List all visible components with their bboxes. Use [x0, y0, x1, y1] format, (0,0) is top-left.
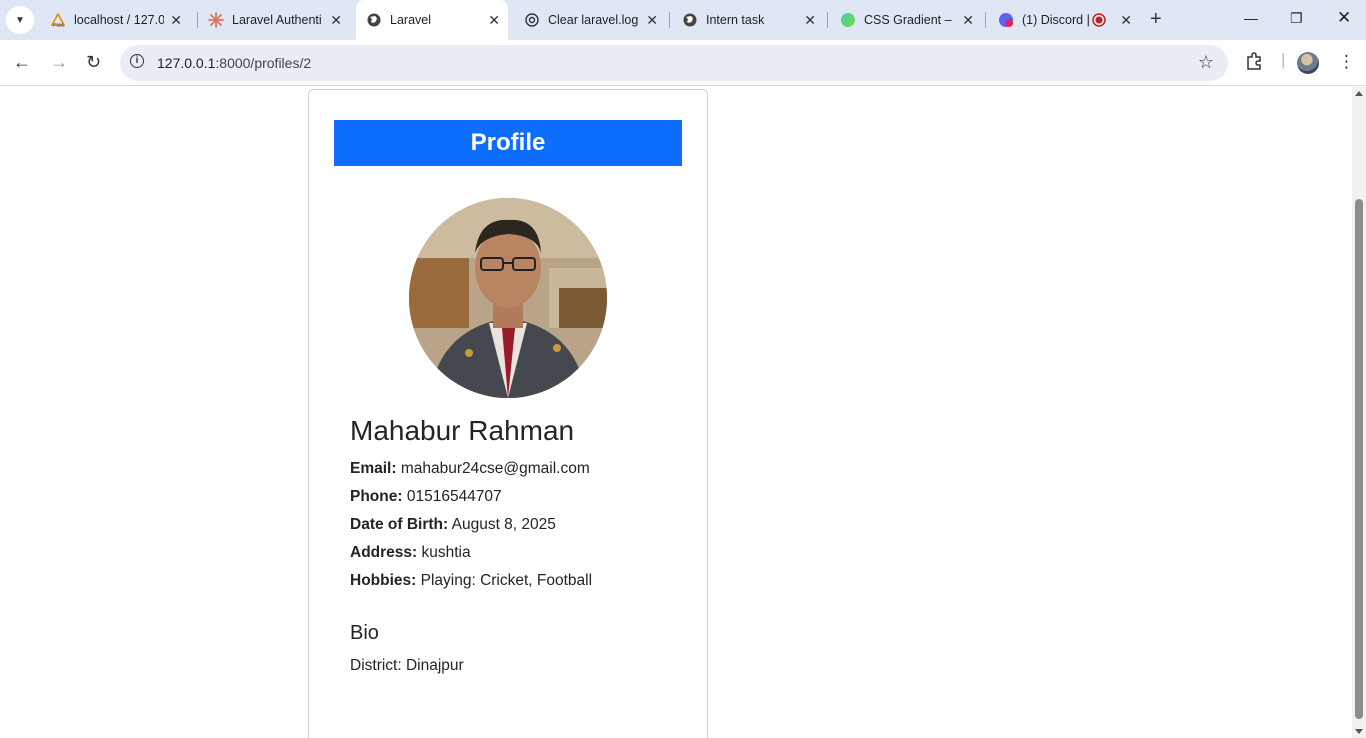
profile-header: Profile [334, 120, 682, 166]
restore-button[interactable]: ❐ [1290, 10, 1303, 27]
tab-title: (1) Discord | [1022, 13, 1090, 27]
reload-button[interactable]: ↻ [86, 52, 101, 73]
profile-name: Mahabur Rahman [350, 415, 575, 446]
close-icon[interactable]: ✕ [646, 12, 658, 29]
hobbies-label: Hobbies: [350, 572, 417, 589]
profile-card: Profile Mahabur Rahman Email: mahabur24c… [308, 89, 708, 738]
tab-separator [669, 12, 670, 28]
close-icon[interactable]: ✕ [804, 12, 816, 29]
menu-kebab-icon[interactable]: ⋮ [1338, 52, 1355, 72]
bio-text: District: Dinajpur [350, 657, 464, 674]
close-icon[interactable]: ✕ [962, 12, 974, 29]
close-icon[interactable]: ✕ [1120, 12, 1132, 29]
tab-phpmyadmin[interactable]: PMA localhost / 127.0 ✕ [40, 6, 190, 34]
tab-title: localhost / 127.0 [74, 13, 164, 27]
chevron-down-icon: ▼ [15, 14, 25, 26]
minimize-button[interactable]: — [1244, 10, 1258, 26]
url-host: 127.0.0.1 [157, 55, 216, 71]
address-bar[interactable]: i 127.0.0.1:8000/profiles/2 ☆ [120, 45, 1228, 81]
new-tab-button[interactable]: + [1150, 8, 1162, 31]
tab-separator [985, 12, 986, 28]
address-label: Address: [350, 544, 418, 561]
scrollbar-thumb[interactable] [1355, 199, 1363, 719]
bio-heading: Bio [350, 622, 379, 644]
url-path: :8000/profiles/2 [215, 55, 312, 71]
scroll-down-arrow-icon[interactable] [1355, 729, 1363, 734]
phone-label: Phone: [350, 488, 403, 505]
dob-row: Date of Birth: August 8, 2025 [350, 516, 556, 534]
extensions-icon[interactable] [1245, 52, 1263, 75]
tab-title: Intern task [706, 13, 765, 27]
dob-label: Date of Birth: [350, 516, 449, 533]
tab-title: Laravel Authenti [232, 13, 322, 27]
bookmark-star-icon[interactable]: ☆ [1198, 52, 1214, 73]
page-viewport: Profile Mahabur Rahman Email: mahabur24c… [0, 87, 1352, 738]
close-icon[interactable]: ✕ [488, 12, 500, 29]
toolbar-divider: | [1281, 50, 1286, 69]
close-icon[interactable]: ✕ [170, 12, 182, 29]
profile-photo [409, 198, 607, 398]
tab-title: Clear laravel.log [548, 13, 638, 27]
tab-laravel-active[interactable]: Laravel ✕ [356, 0, 508, 40]
forward-button[interactable]: → [50, 52, 68, 73]
globe-icon [682, 12, 698, 28]
profile-avatar[interactable] [1297, 52, 1319, 74]
chatgpt-icon [524, 12, 540, 28]
cssgradient-icon [840, 12, 856, 28]
phone-row: Phone: 01516544707 [350, 488, 502, 506]
close-icon[interactable]: ✕ [330, 12, 342, 29]
close-window-button[interactable]: ✕ [1337, 8, 1351, 28]
tab-discord[interactable]: (1) Discord | ✕ [988, 6, 1140, 34]
browser-toolbar: ← → ↻ i 127.0.0.1:8000/profiles/2 ☆ | ⋮ [0, 40, 1366, 86]
scroll-up-arrow-icon[interactable] [1355, 91, 1363, 96]
tab-title: Laravel [390, 13, 431, 27]
tab-intern-task[interactable]: Intern task ✕ [672, 6, 824, 34]
tab-laravel-auth[interactable]: Laravel Authenti ✕ [198, 6, 350, 34]
url-text[interactable]: 127.0.0.1:8000/profiles/2 [157, 55, 311, 71]
tab-bar: ▼ PMA localhost / 127.0 ✕ Laravel Authen… [0, 0, 1366, 40]
address-value: kushtia [421, 544, 471, 561]
phone-value: 01516544707 [406, 488, 502, 505]
hobbies-row: Hobbies: Playing: Cricket, Football [350, 572, 592, 590]
address-row: Address: kushtia [350, 544, 471, 562]
dob-value: August 8, 2025 [451, 516, 556, 533]
tab-separator [827, 12, 828, 28]
email-row: Email: mahabur24cse@gmail.com [350, 460, 590, 478]
tab-search-button[interactable]: ▼ [6, 6, 34, 34]
email-label: Email: [350, 460, 397, 477]
phpmyadmin-icon: PMA [50, 12, 66, 28]
tab-chatgpt[interactable]: Clear laravel.log ✕ [514, 6, 666, 34]
tab-title: CSS Gradient – C [864, 13, 954, 27]
claude-icon [208, 12, 224, 28]
site-info-icon[interactable]: i [130, 54, 144, 68]
back-button[interactable]: ← [13, 52, 31, 73]
discord-icon [998, 12, 1014, 28]
tab-css-gradient[interactable]: CSS Gradient – C ✕ [830, 6, 982, 34]
hobbies-value: Playing: Cricket, Football [420, 572, 593, 589]
svg-text:PMA: PMA [53, 23, 65, 28]
globe-icon [366, 12, 382, 28]
recording-icon [1092, 13, 1106, 30]
page-scrollbar[interactable] [1352, 87, 1366, 738]
email-value: mahabur24cse@gmail.com [400, 460, 590, 477]
